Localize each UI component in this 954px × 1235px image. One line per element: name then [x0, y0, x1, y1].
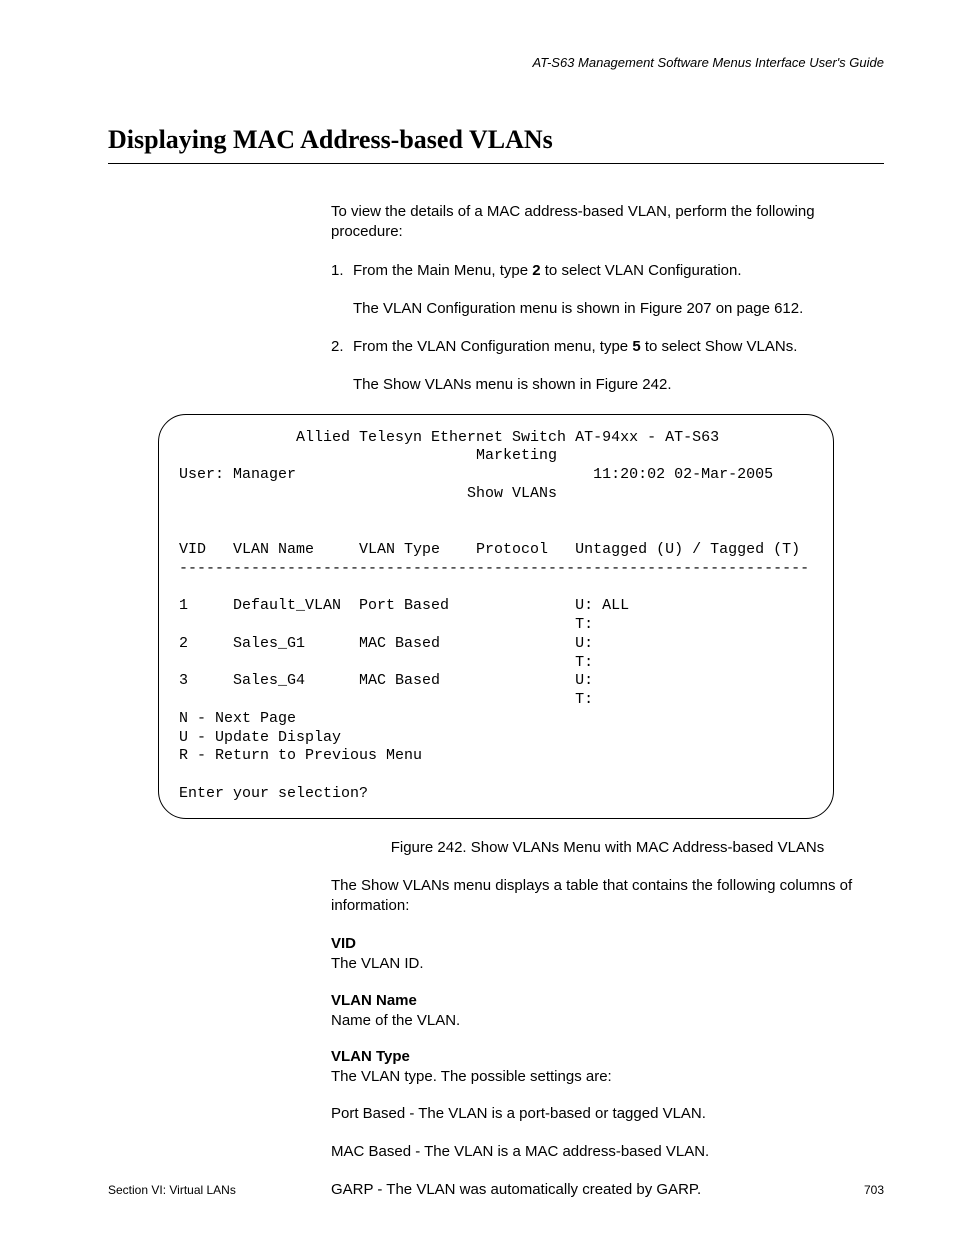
step-text-post: to select Show VLANs.	[641, 338, 798, 355]
terminal-nav: R - Return to Previous Menu	[179, 747, 813, 766]
header-guide-title: AT-S63 Management Software Menus Interfa…	[108, 55, 884, 70]
terminal-row: 1 Default_VLAN Port Based U: ALL	[179, 597, 813, 616]
page-title: Displaying MAC Address-based VLANs	[108, 125, 884, 164]
terminal-menu-name: Show VLANs	[179, 485, 813, 504]
terminal-subtitle: Marketing	[179, 447, 813, 466]
intro-paragraph: To view the details of a MAC address-bas…	[331, 202, 879, 243]
step-text-post: to select VLAN Configuration.	[541, 262, 742, 279]
terminal-row: T:	[179, 654, 813, 673]
terminal-user-line: User: Manager 11:20:02 02-Mar-2005	[179, 466, 813, 485]
terminal-header-row: VID VLAN Name VLAN Type Protocol Untagge…	[179, 541, 813, 560]
type-setting-port: Port Based - The VLAN is a port-based or…	[331, 1104, 879, 1124]
definition-vlan-name: VLAN Name Name of the VLAN.	[331, 991, 879, 1032]
step-follow-1: The VLAN Configuration menu is shown in …	[353, 299, 879, 319]
terminal-row: T:	[179, 691, 813, 710]
terminal-row: 3 Sales_G4 MAC Based U:	[179, 672, 813, 691]
terminal-device-line: Allied Telesyn Ethernet Switch AT-94xx -…	[179, 429, 813, 448]
definition-term: VID	[331, 934, 879, 954]
terminal-user: User: Manager	[179, 466, 296, 483]
terminal-screen: Allied Telesyn Ethernet Switch AT-94xx -…	[158, 414, 834, 819]
step-text-pre: From the Main Menu, type	[353, 262, 532, 279]
page-footer: Section VI: Virtual LANs 703	[108, 1183, 884, 1197]
definition-desc: The VLAN type. The possible settings are…	[331, 1067, 879, 1087]
definition-desc: The VLAN ID.	[331, 954, 879, 974]
step-text-pre: From the VLAN Configuration menu, type	[353, 338, 632, 355]
terminal-row: 2 Sales_G1 MAC Based U:	[179, 635, 813, 654]
definition-desc: Name of the VLAN.	[331, 1011, 879, 1031]
footer-section: Section VI: Virtual LANs	[108, 1183, 236, 1197]
terminal-prompt: Enter your selection?	[179, 785, 813, 804]
step-key: 2	[532, 262, 540, 279]
procedure-step-2: 2. From the VLAN Configuration menu, typ…	[331, 337, 879, 357]
step-body: From the VLAN Configuration menu, type 5…	[353, 337, 879, 357]
definition-term: VLAN Name	[331, 991, 879, 1011]
terminal-row: T:	[179, 616, 813, 635]
terminal-divider: ----------------------------------------…	[179, 560, 813, 579]
figure-caption: Figure 242. Show VLANs Menu with MAC Add…	[331, 839, 884, 856]
definition-term: VLAN Type	[331, 1047, 879, 1067]
step-follow-2: The Show VLANs menu is shown in Figure 2…	[353, 375, 879, 395]
definition-vid: VID The VLAN ID.	[331, 934, 879, 975]
terminal-nav: N - Next Page	[179, 710, 813, 729]
explain-paragraph: The Show VLANs menu displays a table tha…	[331, 876, 879, 917]
type-setting-mac: MAC Based - The VLAN is a MAC address-ba…	[331, 1142, 879, 1162]
step-number: 1.	[331, 261, 353, 281]
footer-page-number: 703	[864, 1183, 884, 1197]
terminal-timestamp: 11:20:02 02-Mar-2005	[593, 466, 773, 483]
step-body: From the Main Menu, type 2 to select VLA…	[353, 261, 879, 281]
procedure-step-1: 1. From the Main Menu, type 2 to select …	[331, 261, 879, 281]
terminal-nav: U - Update Display	[179, 729, 813, 748]
step-key: 5	[632, 338, 640, 355]
definition-vlan-type: VLAN Type The VLAN type. The possible se…	[331, 1047, 879, 1088]
step-number: 2.	[331, 337, 353, 357]
